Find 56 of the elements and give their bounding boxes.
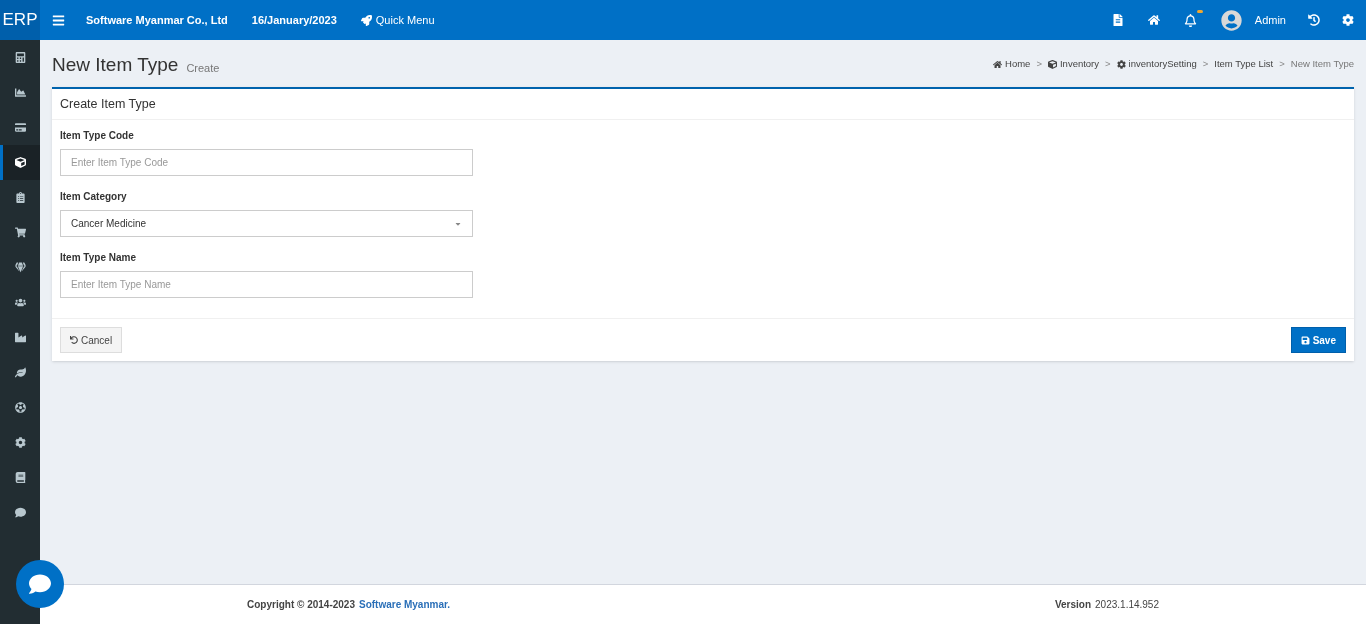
sidebar-item[interactable]: [0, 145, 40, 180]
calculator-icon: [14, 52, 26, 63]
undo-icon: [70, 336, 78, 344]
book-icon: [14, 472, 26, 483]
gem-icon: [14, 262, 26, 273]
menu-icon[interactable]: [52, 13, 65, 27]
version-label: Version: [1054, 598, 1092, 612]
date-text: 16/January/2023: [251, 12, 337, 28]
breadcrumb-link[interactable]: inventorySetting: [1116, 56, 1197, 72]
breadcrumb-separator: >: [1036, 56, 1042, 71]
company-link[interactable]: Software Myanmar.: [358, 597, 451, 612]
save-button[interactable]: Save: [1290, 327, 1346, 353]
input-field[interactable]: Enter Item Type Name: [60, 271, 473, 298]
cancel-button[interactable]: Cancel: [60, 327, 123, 353]
speech-bubble-icon: [29, 573, 51, 595]
home-icon: [993, 59, 1003, 69]
breadcrumb-separator: >: [1279, 56, 1285, 71]
breadcrumb-link[interactable]: Item Type List: [1214, 56, 1274, 72]
breadcrumb-separator: >: [1202, 56, 1209, 71]
history-icon[interactable]: [1308, 14, 1320, 26]
breadcrumb-separator: >: [1105, 56, 1111, 71]
field-label: Item Type Code: [60, 129, 135, 143]
clipboard-icon: [14, 192, 26, 203]
document-icon[interactable]: [1111, 14, 1124, 26]
cube-icon: [14, 157, 26, 168]
breadcrumb-link[interactable]: Home: [993, 56, 1031, 72]
cart-icon: [14, 227, 26, 238]
avatar-icon[interactable]: [1220, 9, 1242, 31]
settings-icon: [1116, 59, 1126, 69]
select-field[interactable]: Cancer Medicine: [60, 210, 473, 237]
speech-bubble-icon: [14, 507, 26, 518]
company-name: Software Myanmar Co., Ltd: [86, 12, 228, 28]
copyright-text: Copyright © 2014-2023: [247, 598, 355, 612]
card-icon: [14, 122, 26, 133]
page-title: New Item Type: [52, 54, 179, 74]
logo[interactable]: ERP: [0, 0, 40, 40]
user-name[interactable]: Admin: [1254, 11, 1286, 29]
settings-icon[interactable]: [1342, 14, 1354, 26]
settings-icon: [14, 437, 26, 448]
field-label: Item Type Name: [60, 251, 137, 265]
input-field[interactable]: Enter Item Type Code: [60, 149, 473, 176]
area-chart-icon: [14, 87, 26, 98]
breadcrumb-link[interactable]: Inventory: [1047, 56, 1100, 72]
home-icon[interactable]: [1147, 14, 1160, 26]
field-label: Item Category: [60, 190, 128, 204]
cube-icon: [1047, 59, 1057, 69]
leaf-icon: [14, 367, 26, 378]
version-number: 2023.1.14.952: [1095, 598, 1159, 612]
card-title: Create Item Type: [52, 89, 1354, 120]
users-icon: [14, 297, 26, 308]
rocket-icon: [360, 14, 372, 26]
factory-icon: [14, 332, 26, 343]
breadcrumb-current: New Item Type: [1290, 56, 1354, 71]
notification-icon[interactable]: [1183, 13, 1197, 27]
page-subtitle: Create: [186, 62, 220, 74]
quick-menu-link[interactable]: Quick Menu: [360, 11, 435, 29]
